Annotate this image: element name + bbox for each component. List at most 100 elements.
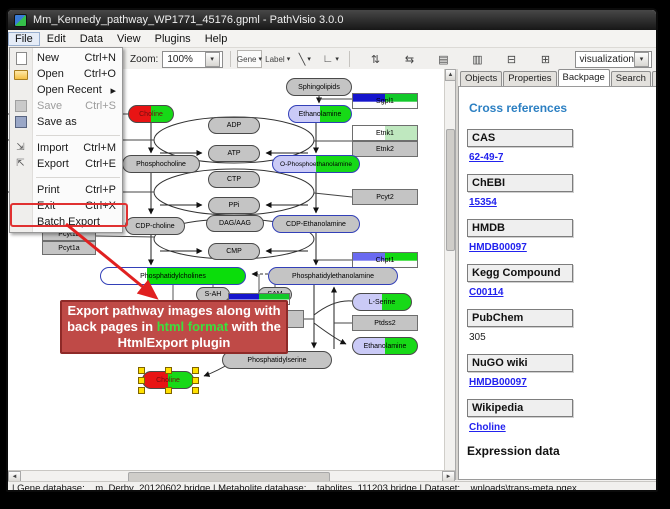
genebox-etnk2[interactable]: Etnk2 — [352, 141, 418, 157]
zoom-value: 100% — [167, 54, 193, 65]
node-adp[interactable]: ADP — [208, 117, 260, 134]
title-bar[interactable]: Mm_Kennedy_pathway_WP1771_45176.gpml - P… — [8, 10, 656, 30]
menu-item-shortcut: Ctrl+E — [85, 158, 116, 170]
distribute-vertical-icon[interactable]: ▥ — [467, 50, 489, 68]
node-o-phosphoethanolamine[interactable]: O-Phosphoethanolamine — [272, 155, 360, 173]
menu-item-label: Import — [37, 142, 68, 154]
node-phosphatidylcholines[interactable]: Phosphatidylcholines — [100, 267, 246, 285]
xref-link-chebi[interactable]: 15354 — [469, 197, 648, 208]
node-cdp-choline[interactable]: CDP-choline — [125, 217, 185, 235]
export-icon: ⇱ — [14, 158, 27, 170]
genebox-ptdss2[interactable]: Ptdss2 — [352, 315, 418, 331]
node-phosphatidylethanolamine[interactable]: Phosphatidylethanolamine — [268, 267, 398, 285]
genebox-sgpl1[interactable]: Sgpl1 — [352, 93, 418, 109]
menu-file[interactable]: File — [8, 32, 40, 46]
xref-link-kegg[interactable]: C00114 — [469, 287, 648, 298]
scrollbar-thumb[interactable] — [446, 129, 455, 251]
selection-handle[interactable] — [138, 367, 145, 374]
menu-item-label: Export — [37, 158, 69, 170]
zoom-label: Zoom: — [130, 54, 158, 65]
chevron-down-icon[interactable]: ▾ — [307, 55, 311, 63]
menu-help[interactable]: Help — [198, 32, 235, 46]
selection-handle[interactable] — [165, 367, 172, 374]
file-menu-import[interactable]: ⇲ Import Ctrl+M — [10, 140, 122, 156]
open-folder-icon — [14, 68, 27, 80]
xref-link-wikipedia[interactable]: Choline — [469, 422, 648, 433]
selection-handle[interactable] — [192, 377, 199, 384]
tab-objects[interactable]: Objects — [460, 71, 502, 86]
status-bar: | Gene database: ...m_Derby_20120602.bri… — [8, 481, 656, 492]
chevron-down-icon[interactable]: ▾ — [258, 55, 262, 63]
genebox-etnk1[interactable]: Etnk1 — [352, 125, 418, 141]
tab-search[interactable]: Search — [611, 71, 651, 86]
selection-handle[interactable] — [138, 387, 145, 394]
menu-data[interactable]: Data — [73, 32, 110, 46]
chevron-right-icon: ▸ — [110, 84, 116, 97]
node-l-serine[interactable]: L-Serine — [352, 293, 412, 311]
tab-legend[interactable]: Legend — [652, 71, 658, 86]
menu-item-shortcut: Ctrl+P — [85, 184, 116, 196]
node-ppi[interactable]: PPi — [208, 197, 260, 214]
file-menu-save[interactable]: Save Ctrl+S — [10, 98, 122, 114]
window-title: Mm_Kennedy_pathway_WP1771_45176.gpml - P… — [33, 14, 343, 26]
xref-link-cas[interactable]: 62-49-7 — [469, 152, 648, 163]
menu-separator — [36, 130, 120, 136]
node-ethanolamine-2[interactable]: Ethanolamine — [352, 337, 418, 355]
xref-value-pubchem: 305 — [469, 332, 648, 343]
expression-data-heading: Expression data — [467, 444, 648, 458]
scroll-up-icon[interactable]: ▲ — [445, 69, 455, 81]
file-menu-open[interactable]: Open Ctrl+O — [10, 66, 122, 82]
common-height-icon[interactable]: ⊞ — [535, 50, 557, 68]
node-cdp-ethanolamine[interactable]: CDP-Ethanolamine — [272, 215, 360, 233]
genebox-chpt1[interactable]: Chpt1 — [352, 252, 418, 268]
file-menu-open-recent[interactable]: Open Recent ▸ — [10, 82, 122, 98]
zoom-combobox[interactable]: 100% ▾ — [162, 51, 222, 68]
tab-backpage[interactable]: Backpage — [558, 69, 610, 86]
menu-plugins[interactable]: Plugins — [148, 32, 198, 46]
distribute-horizontal-icon[interactable]: ▤ — [433, 50, 455, 68]
common-width-icon[interactable]: ⊟ — [501, 50, 523, 68]
xref-link-nugo[interactable]: HMDB00097 — [469, 377, 648, 388]
chevron-down-icon[interactable]: ▾ — [634, 52, 649, 67]
align-center-vertical-icon[interactable]: ⇆ — [399, 50, 421, 68]
node-sphingolipids[interactable]: Sphingolipids — [286, 78, 352, 96]
selection-handle[interactable] — [165, 387, 172, 394]
file-menu-print[interactable]: Print Ctrl+P — [10, 182, 122, 198]
node-cmp[interactable]: CMP — [208, 243, 260, 260]
align-center-horizontal-icon[interactable]: ⇅ — [365, 50, 387, 68]
gene-tool-label: Gene — [237, 55, 257, 64]
xref-source-chebi: ChEBI — [467, 174, 573, 192]
menu-edit[interactable]: Edit — [40, 32, 73, 46]
genebox-pcyt1a[interactable]: Pcyt1a — [42, 241, 96, 255]
chevron-down-icon[interactable]: ▾ — [287, 55, 291, 63]
selection-handle[interactable] — [192, 387, 199, 394]
xref-link-hmdb[interactable]: HMDB00097 — [469, 242, 648, 253]
node-ethanolamine[interactable]: Ethanolamine — [288, 105, 352, 123]
node-ctp[interactable]: CTP — [208, 171, 260, 188]
file-menu-new[interactable]: New Ctrl+N — [10, 50, 122, 66]
chevron-down-icon[interactable]: ▾ — [335, 55, 339, 63]
file-menu-export[interactable]: ⇱ Export Ctrl+E — [10, 156, 122, 172]
new-label-button[interactable]: Label ▾ — [266, 50, 290, 68]
visualization-combobox[interactable]: visualization ▾ — [575, 51, 652, 68]
node-choline[interactable]: Choline — [128, 105, 174, 123]
genebox-pcyt2[interactable]: Pcyt2 — [352, 189, 418, 205]
node-dag-aag[interactable]: DAG/AAG — [206, 215, 264, 232]
app-icon — [14, 14, 27, 27]
line-tool-button[interactable]: ╲ ▾ — [294, 50, 316, 68]
node-phosphocholine[interactable]: Phosphocholine — [122, 155, 200, 173]
menu-item-shortcut: Ctrl+N — [85, 52, 116, 64]
file-menu-save-as[interactable]: Save as — [10, 114, 122, 130]
menu-item-label: Open — [37, 68, 64, 80]
connector-tool-button[interactable]: ∟ ▾ — [320, 50, 342, 68]
chevron-down-icon[interactable]: ▾ — [205, 52, 220, 67]
selection-handle[interactable] — [192, 367, 199, 374]
tab-properties[interactable]: Properties — [503, 71, 556, 86]
node-atp[interactable]: ATP — [208, 145, 260, 162]
canvas-vertical-scrollbar[interactable]: ▲ — [444, 69, 455, 470]
new-datanode-button[interactable]: Gene ▾ — [237, 50, 261, 68]
selection-handle[interactable] — [138, 377, 145, 384]
menu-item-shortcut: Ctrl+M — [83, 142, 116, 154]
menu-item-shortcut: Ctrl+O — [84, 68, 116, 80]
menu-view[interactable]: View — [110, 32, 148, 46]
